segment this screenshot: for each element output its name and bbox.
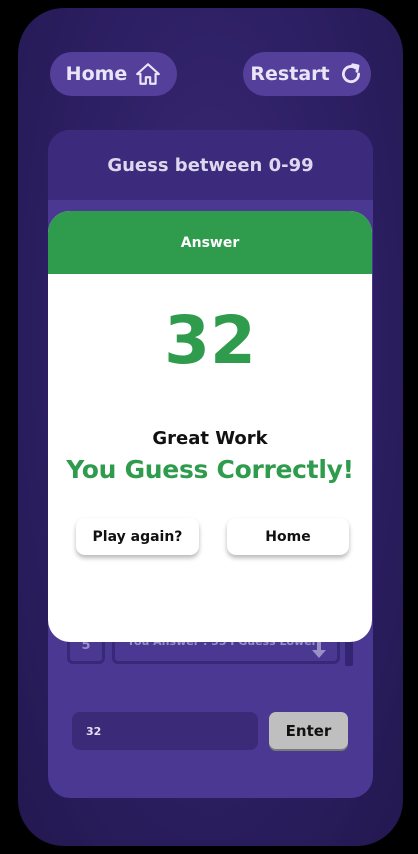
modal-title: Answer [48, 211, 372, 274]
great-work-text: Great Work [152, 428, 268, 449]
modal-home-button[interactable]: Home [227, 518, 349, 555]
correct-message: You Guess Correctly! [66, 455, 354, 484]
play-again-button[interactable]: Play again? [76, 518, 199, 555]
enter-button[interactable]: Enter [269, 712, 348, 749]
game-title: Guess between 0-99 [48, 130, 373, 200]
answer-modal: Answer 32 Great Work You Guess Correctly… [48, 211, 372, 642]
answer-number: 32 [164, 302, 256, 379]
arrow-down-icon [312, 641, 326, 658]
home-button[interactable]: Home [50, 52, 177, 96]
guess-input[interactable] [72, 712, 258, 750]
restart-button-label: Restart [250, 63, 330, 85]
refresh-icon [341, 63, 360, 84]
house-icon [136, 63, 161, 85]
home-button-label: Home [65, 63, 128, 85]
restart-button[interactable]: Restart [243, 52, 371, 96]
